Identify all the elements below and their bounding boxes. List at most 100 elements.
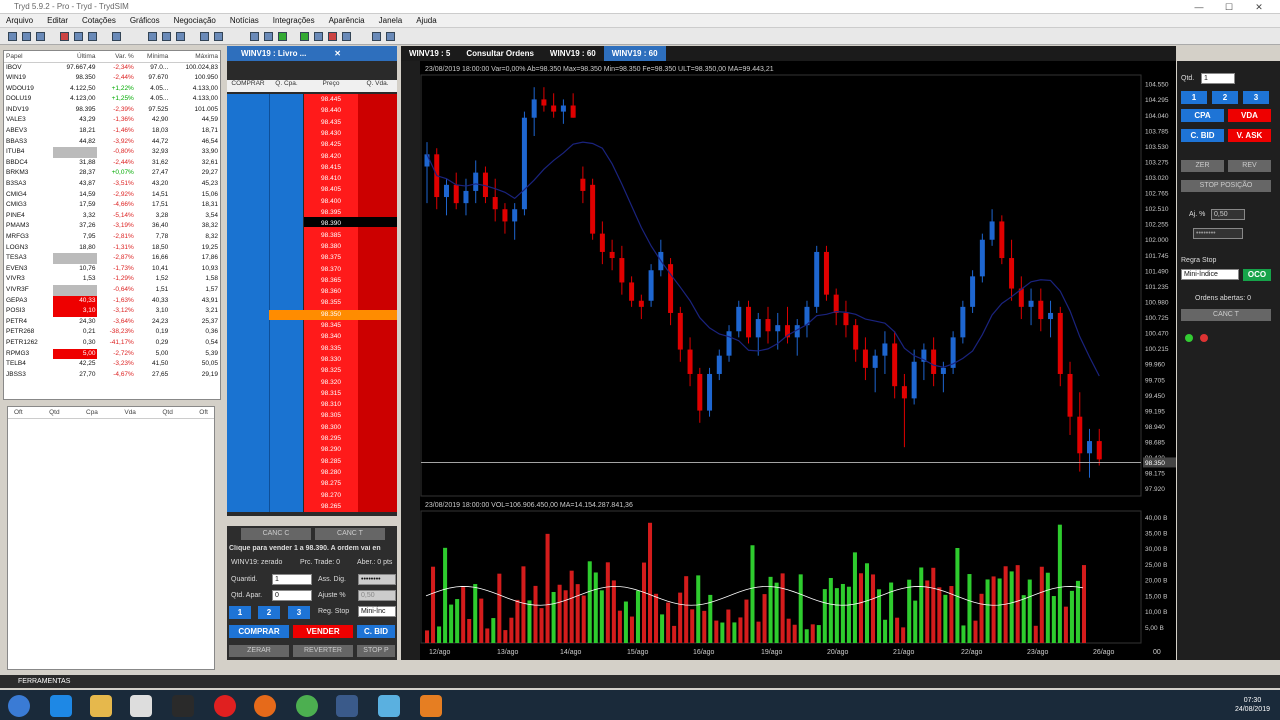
cbid-rp-button[interactable]: C. BID [1181, 129, 1224, 142]
menu-negociacao[interactable]: Negociação [174, 16, 216, 25]
quote-row[interactable]: MRFG3 7,95 -2,81% 7,78 8,32 [4, 232, 220, 243]
tryd-icon[interactable] [378, 695, 400, 717]
book-price[interactable]: 98.415 [304, 163, 358, 173]
vda-button[interactable]: VDA [1228, 109, 1271, 122]
menu-graficos[interactable]: Gráficos [130, 16, 160, 25]
maximize-button[interactable]: ☐ [1214, 0, 1244, 14]
menu-editar[interactable]: Editar [47, 16, 68, 25]
add-icon[interactable] [300, 32, 309, 41]
col-minima[interactable]: Mínima [135, 51, 171, 63]
account-icon[interactable] [250, 32, 259, 41]
quote-row[interactable]: EVEN3 10,76 -1,73% 10,41 10,93 [4, 264, 220, 275]
quote-row[interactable]: GEPA3 40,33 -1,63% 40,33 43,91 [4, 295, 220, 307]
refresh-icon[interactable] [342, 32, 351, 41]
new-icon[interactable] [8, 32, 17, 41]
qty-preset-3[interactable]: 3 [288, 606, 310, 619]
quote-row[interactable]: PETR268 0,21 -38,23% 0,19 0,36 [4, 327, 220, 338]
quote-row[interactable]: VALE3 43,29 -1,36% 42,90 44,59 [4, 115, 220, 126]
quote-row[interactable]: WDOU19 4.122,50 +1,22% 4.05... 4.133,00 [4, 84, 220, 95]
close-button[interactable]: ✕ [1244, 0, 1274, 14]
bird-icon[interactable] [172, 695, 194, 717]
quote-row[interactable]: PINE4 3,32 -5,14% 3,28 3,54 [4, 211, 220, 222]
menu-arquivo[interactable]: Arquivo [6, 16, 33, 25]
quote-row[interactable]: CMIG3 17,59 -4,66% 17,51 18,31 [4, 200, 220, 211]
menu-janela[interactable]: Janela [379, 16, 403, 25]
qty-preset-2[interactable]: 2 [258, 606, 280, 619]
quote-row[interactable]: RPMG3 5,00 -2,72% 5,00 5,39 [4, 348, 220, 360]
book-price[interactable]: 98.285 [304, 457, 358, 467]
menu-cotacoes[interactable]: Cotações [82, 16, 116, 25]
layout-icon[interactable] [200, 32, 209, 41]
book-price[interactable]: 98.320 [304, 378, 358, 388]
book-price[interactable]: 98.390 [304, 219, 358, 229]
book-price[interactable]: 98.330 [304, 355, 358, 365]
quote-row[interactable]: B3SA3 43,87 -3,51% 43,20 45,23 [4, 179, 220, 190]
recorder-icon[interactable] [420, 695, 442, 717]
quote-row[interactable]: VIVR3 1,53 -1,29% 1,52 1,58 [4, 274, 220, 285]
col-var[interactable]: Var. % [97, 51, 136, 63]
book-price[interactable]: 98.420 [304, 152, 358, 162]
book-sell-column[interactable] [358, 94, 397, 512]
book-price[interactable]: 98.360 [304, 287, 358, 297]
regra-stop-select[interactable]: Mini-Índice [1181, 269, 1239, 280]
chrome-icon[interactable] [296, 695, 318, 717]
open-icon[interactable] [22, 32, 31, 41]
qty-preset-1[interactable]: 1 [229, 606, 251, 619]
quote-row[interactable]: ITUB4 -0,80% 32,93 33,90 [4, 147, 220, 158]
password-input[interactable]: •••••••• [1193, 228, 1243, 239]
book-price[interactable]: 98.290 [304, 445, 358, 455]
book-price[interactable]: 98.370 [304, 265, 358, 275]
tools-icon[interactable] [112, 32, 121, 41]
reverter-button[interactable]: REVERTER [293, 645, 353, 657]
qtd-apar-input[interactable]: 0 [272, 590, 312, 601]
zerar-button[interactable]: ZERAR [229, 645, 289, 657]
book-price[interactable]: 98.430 [304, 129, 358, 139]
list-icon[interactable] [162, 32, 171, 41]
start-icon[interactable] [8, 695, 30, 717]
menu-aparencia[interactable]: Aparência [329, 16, 365, 25]
price-volume-chart[interactable]: 23/08/2019 18:00:00 Var=0,00% Ab=98.350 … [401, 61, 1176, 660]
book-qcpa-column[interactable] [269, 94, 303, 512]
quote-row[interactable]: PETR4 24,30 -3,64% 24,23 25,37 [4, 317, 220, 328]
close-icon[interactable]: ✕ [334, 46, 341, 61]
book-price[interactable]: 98.315 [304, 389, 358, 399]
book-price[interactable]: 98.405 [304, 185, 358, 195]
save-icon[interactable] [36, 32, 45, 41]
quote-row[interactable]: POSI3 3,10 -3,12% 3,10 3,21 [4, 306, 220, 317]
aj-input[interactable]: 0,50 [1211, 209, 1245, 220]
quote-row[interactable]: BBAS3 44,82 -3,92% 44,72 46,54 [4, 137, 220, 148]
book-icon[interactable] [60, 32, 69, 41]
explorer-icon[interactable] [90, 695, 112, 717]
opera-icon[interactable] [214, 695, 236, 717]
book-price[interactable]: 98.275 [304, 479, 358, 489]
app-icon[interactable] [336, 695, 358, 717]
canc-t-rp-button[interactable]: CANC T [1181, 309, 1271, 321]
book-price[interactable]: 98.410 [304, 174, 358, 184]
cpa-button[interactable]: CPA [1181, 109, 1224, 122]
rp-qty-3[interactable]: 3 [1243, 91, 1269, 104]
book-price[interactable]: 98.270 [304, 491, 358, 501]
ass-dig-input[interactable]: •••••••• [358, 574, 396, 585]
col-maxima[interactable]: Máxima [170, 51, 220, 63]
orders-icon[interactable] [264, 32, 273, 41]
settings-icon[interactable] [314, 32, 323, 41]
ferramentas-bar[interactable]: FERRAMENTAS [0, 675, 1280, 688]
ie-icon[interactable] [50, 695, 72, 717]
quote-row[interactable]: ABEV3 18,21 -1,46% 18,03 18,71 [4, 126, 220, 137]
tab-winv19-5[interactable]: WINV19 : 5 [401, 46, 458, 61]
book-buy-column[interactable] [227, 94, 269, 512]
book-price[interactable]: 98.340 [304, 332, 358, 342]
menu-integracoes[interactable]: Integrações [273, 16, 315, 25]
book-price[interactable]: 98.305 [304, 411, 358, 421]
rp-qty-1[interactable]: 1 [1181, 91, 1207, 104]
quote-row[interactable]: TESA3 -2,87% 16,66 17,86 [4, 253, 220, 264]
media-icon[interactable] [130, 695, 152, 717]
book-price[interactable]: 98.380 [304, 242, 358, 252]
grid-icon[interactable] [148, 32, 157, 41]
book-price[interactable]: 98.265 [304, 502, 358, 512]
book-price[interactable]: 98.445 [304, 95, 358, 105]
book-tab[interactable]: WINV19 : Livro ... ✕ [227, 46, 397, 61]
menu-ajuda[interactable]: Ajuda [416, 16, 436, 25]
book-price[interactable]: 98.365 [304, 276, 358, 286]
stop-posicao-button[interactable]: STOP POSIÇÃO [1181, 180, 1271, 192]
